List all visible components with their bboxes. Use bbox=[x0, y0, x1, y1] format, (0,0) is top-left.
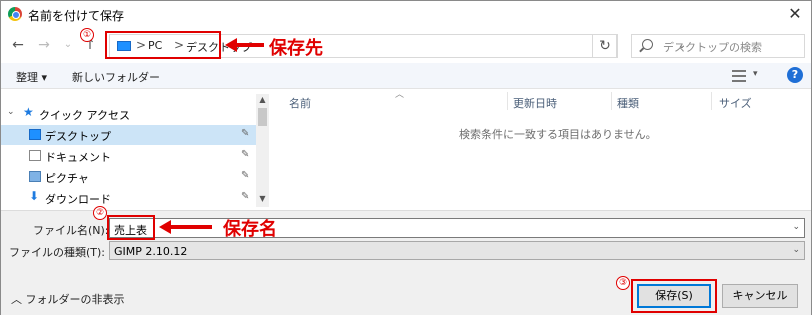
chrome-icon bbox=[8, 7, 22, 21]
pictures-icon bbox=[29, 171, 41, 182]
annotation-arrow-2-shaft bbox=[170, 225, 212, 229]
pin-icon[interactable]: ✎ bbox=[241, 191, 249, 202]
sidebar-item-label: ドキュメント bbox=[45, 151, 111, 164]
cancel-button[interactable]: キャンセル bbox=[722, 284, 798, 308]
star-icon: ★ bbox=[23, 105, 34, 119]
navigation-pane: ⌄ ★ クイック アクセス デスクトップ ✎ ドキュメント ✎ ピクチャ ✎ ⬇… bbox=[1, 94, 269, 207]
back-button[interactable]: ← bbox=[9, 35, 27, 55]
search-input[interactable]: デスクトップの検索 bbox=[631, 34, 805, 58]
hide-folders-toggle[interactable]: ︿ フォルダーの非表示 bbox=[11, 291, 125, 307]
documents-icon bbox=[29, 150, 41, 161]
window-title: 名前を付けて保存 bbox=[28, 9, 125, 23]
filename-label: ファイル名(N): bbox=[33, 224, 109, 237]
annotation-arrow-1-shaft bbox=[236, 43, 264, 47]
annotation-location-box bbox=[105, 31, 221, 59]
view-options-icon[interactable] bbox=[732, 70, 746, 82]
hide-folders-label: フォルダーの非表示 bbox=[25, 293, 125, 306]
downloads-icon: ⬇ bbox=[29, 189, 40, 203]
column-header-type[interactable]: 種類 bbox=[617, 95, 639, 111]
quick-access-label: クイック アクセス bbox=[39, 109, 130, 122]
scroll-down-icon[interactable]: ▼ bbox=[257, 194, 268, 205]
forward-button[interactable]: → bbox=[35, 35, 53, 55]
file-list: ︿ 名前 更新日時 種類 サイズ 検索条件に一致する項目はありません。 bbox=[271, 89, 811, 207]
column-divider[interactable] bbox=[711, 92, 712, 110]
column-divider[interactable] bbox=[611, 92, 612, 110]
title-bar: 名前を付けて保存 ✕ bbox=[1, 1, 811, 29]
column-header-name[interactable]: 名前 bbox=[289, 95, 311, 111]
column-header-modified[interactable]: 更新日時 bbox=[513, 95, 557, 111]
sidebar-item-downloads[interactable]: ⬇ ダウンロード ✎ bbox=[1, 188, 256, 208]
column-divider[interactable] bbox=[507, 92, 508, 110]
chevron-down-icon: ⌄ bbox=[7, 107, 15, 117]
search-icon bbox=[642, 39, 653, 50]
sort-indicator-icon: ︿ bbox=[395, 90, 405, 100]
close-button[interactable]: ✕ bbox=[781, 3, 809, 25]
sidebar-item-documents[interactable]: ドキュメント ✎ bbox=[1, 146, 256, 166]
scroll-up-icon[interactable]: ▲ bbox=[257, 95, 268, 106]
new-folder-button[interactable]: 新しいフォルダー bbox=[72, 69, 160, 85]
organize-button[interactable]: 整理 ▾ bbox=[16, 69, 47, 85]
annotation-number-1: ① bbox=[80, 28, 94, 42]
annotation-name-label: 保存名 bbox=[223, 219, 277, 240]
command-bar: 整理 ▾ 新しいフォルダー ▾ ? bbox=[1, 63, 811, 89]
sidebar-item-label: デスクトップ bbox=[45, 130, 111, 143]
search-placeholder: デスクトップの検索 bbox=[663, 41, 762, 54]
scrollbar-thumb[interactable] bbox=[258, 108, 267, 126]
recent-dropdown-icon[interactable]: ⌄ bbox=[59, 35, 77, 55]
empty-message: 検索条件に一致する項目はありません。 bbox=[459, 128, 657, 141]
chevron-down-icon[interactable]: ⌄ bbox=[792, 245, 800, 255]
save-as-dialog: 名前を付けて保存 ✕ ← → ⌄ ↑ > PC > デスクトップ ⌄ ↻ デスク… bbox=[0, 0, 812, 315]
quick-access-item[interactable]: ⌄ ★ クイック アクセス bbox=[1, 104, 256, 124]
pin-icon[interactable]: ✎ bbox=[241, 149, 249, 160]
annotation-number-2: ② bbox=[93, 206, 107, 220]
annotation-save-box bbox=[631, 279, 717, 313]
filetype-label: ファイルの種類(T): bbox=[9, 246, 106, 259]
help-icon[interactable]: ? bbox=[787, 67, 803, 83]
filetype-select[interactable]: GIMP 2.10.12 ⌄ bbox=[109, 241, 805, 260]
column-header-size[interactable]: サイズ bbox=[719, 95, 752, 111]
annotation-location-label: 保存先 bbox=[269, 38, 323, 59]
chevron-up-icon: ︿ bbox=[11, 293, 26, 306]
pin-icon[interactable]: ✎ bbox=[241, 128, 249, 139]
pin-icon[interactable]: ✎ bbox=[241, 170, 249, 181]
filetype-value: GIMP 2.10.12 bbox=[114, 245, 188, 258]
annotation-name-box bbox=[107, 215, 155, 240]
sidebar-item-desktop[interactable]: デスクトップ ✎ bbox=[1, 125, 256, 145]
sidebar-item-label: ピクチャ bbox=[45, 172, 89, 185]
desktop-icon bbox=[29, 129, 41, 140]
sidebar-item-pictures[interactable]: ピクチャ ✎ bbox=[1, 167, 256, 187]
sidebar-item-label: ダウンロード bbox=[45, 193, 111, 206]
refresh-button[interactable]: ↻ bbox=[592, 34, 618, 58]
filename-field[interactable]: 売上表 ⌄ bbox=[109, 218, 805, 238]
annotation-number-3: ③ bbox=[616, 276, 630, 290]
chevron-down-icon[interactable]: ⌄ bbox=[792, 222, 800, 232]
view-dropdown-icon[interactable]: ▾ bbox=[753, 69, 758, 79]
navigation-scrollbar[interactable]: ▲ ▼ bbox=[256, 94, 269, 207]
